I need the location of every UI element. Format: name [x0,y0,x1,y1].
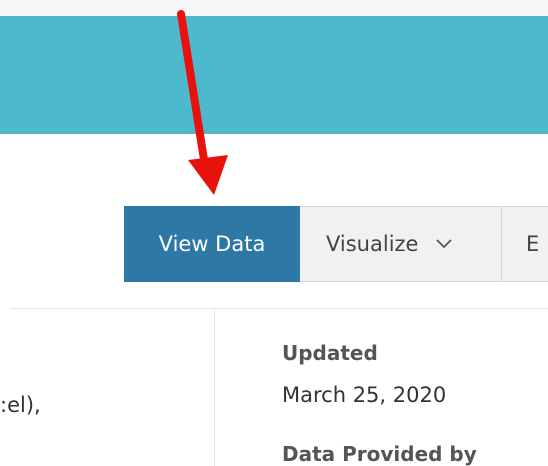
view-data-button[interactable]: View Data [124,206,300,282]
visualize-dropdown-button[interactable]: Visualize [300,206,502,282]
description-text: :el), [0,393,41,417]
section-divider [10,308,548,309]
export-label: E [526,232,540,256]
data-provided-by-label: Data Provided by [282,442,477,466]
updated-label: Updated [282,341,378,365]
export-button[interactable]: E [502,206,548,282]
view-data-label: View Data [158,232,266,256]
updated-value: March 25, 2020 [282,383,447,407]
page-top-strip [0,0,548,16]
column-divider [214,309,215,466]
dataset-action-toolbar: View Data Visualize E [124,206,548,282]
hero-banner [0,16,548,134]
chevron-down-icon [436,239,453,249]
visualize-label: Visualize [326,232,419,256]
